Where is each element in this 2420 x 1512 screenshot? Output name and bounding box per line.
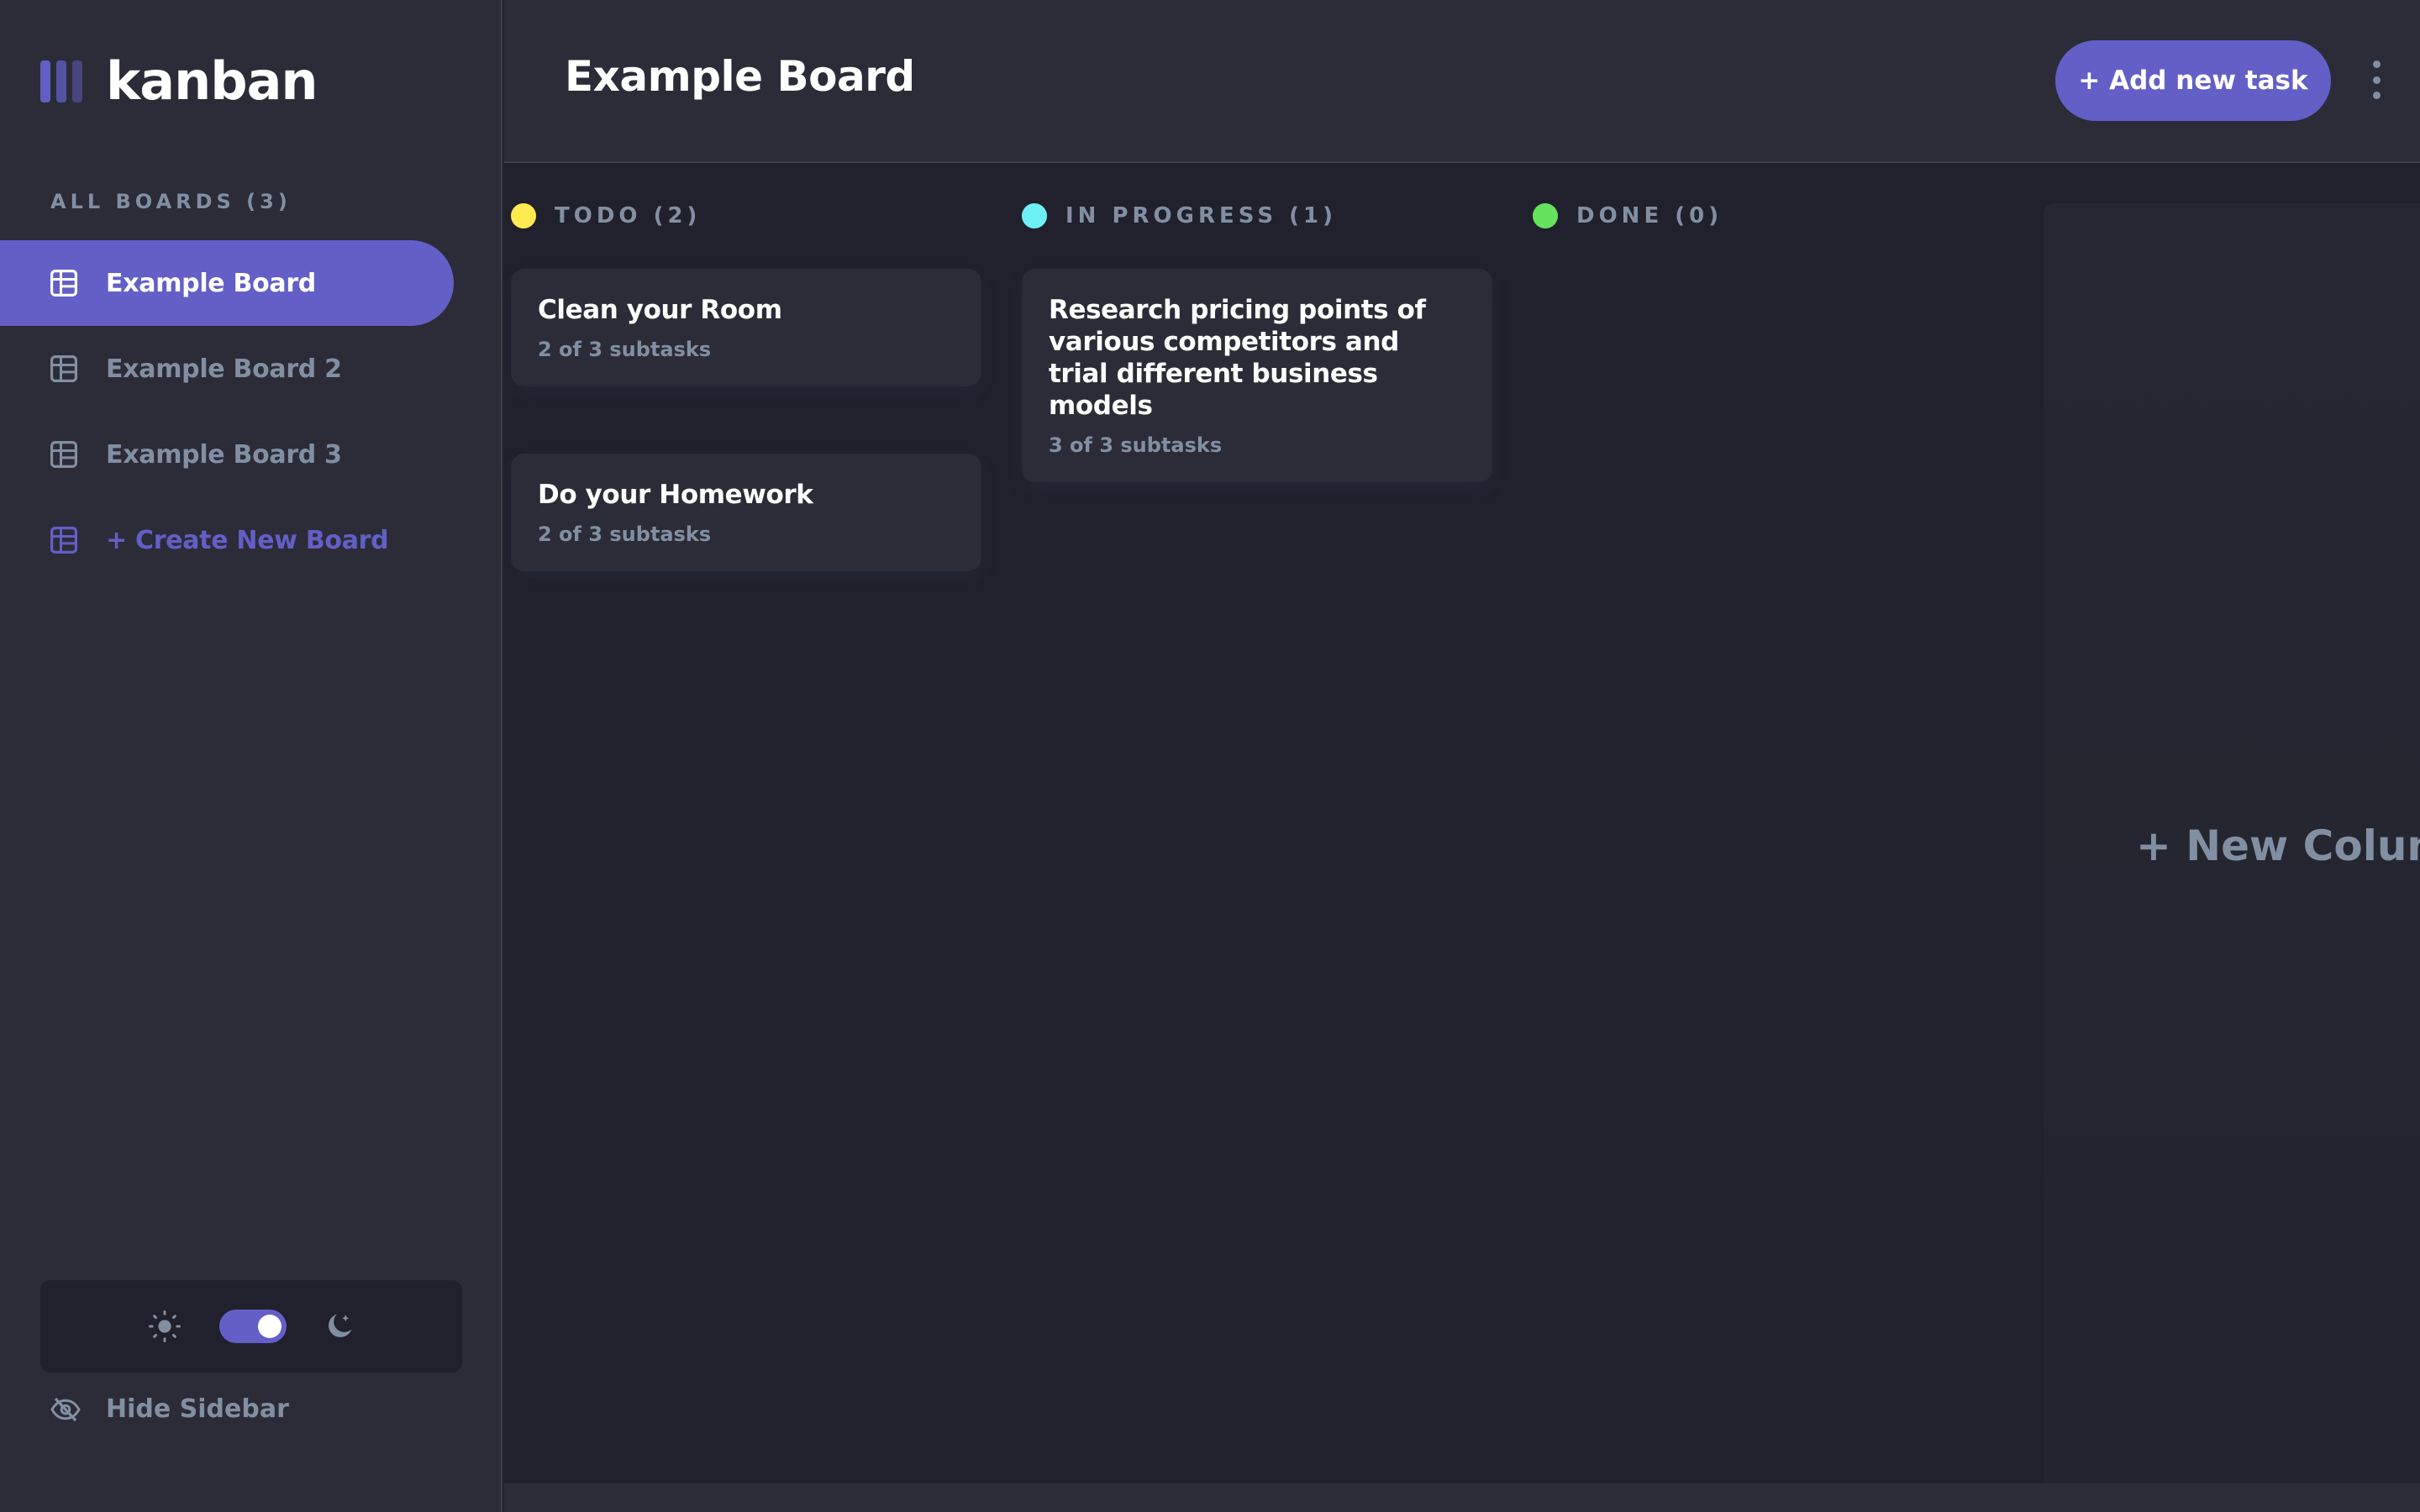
header: Example Board + Add new task [504, 0, 2420, 163]
sidebar-item-label: Example Board 3 [106, 439, 342, 470]
sidebar-item-label: Example Board [106, 268, 316, 298]
new-column-label: + New Column [2136, 822, 2420, 870]
logo-bars-icon [40, 60, 82, 102]
sidebar-item-example-board-3[interactable]: Example Board 3 [0, 412, 454, 497]
switch-knob [258, 1315, 281, 1338]
theme-switch[interactable] [219, 1310, 287, 1343]
logo-text: kanban [106, 50, 318, 112]
task-subtasks: 2 of 3 subtasks [538, 338, 712, 361]
new-column-button[interactable]: + New Column [2044, 203, 2420, 1488]
task-title: Research pricing points of various compe… [1049, 295, 1426, 421]
column-todo: TODO (2) Clean your Room 2 of 3 subtasks… [511, 202, 981, 571]
board-icon [50, 441, 77, 468]
sidebar-item-example-board[interactable]: Example Board [0, 240, 454, 326]
moon-icon [329, 1314, 352, 1337]
task-subtasks: 2 of 3 subtasks [538, 522, 712, 546]
task-title: Do your Homework [538, 480, 813, 510]
task-card[interactable]: Clean your Room 2 of 3 subtasks [511, 269, 981, 386]
create-new-board-label: + Create New Board [106, 525, 389, 555]
column-title: TODO (2) [555, 203, 702, 228]
column-color-dot [1533, 203, 1558, 228]
column-title: DONE (0) [1576, 203, 1723, 228]
task-card[interactable]: Research pricing points of various compe… [1022, 269, 1492, 482]
sidebar-item-label: Example Board 2 [106, 354, 342, 384]
column-title: IN PROGRESS (1) [1065, 203, 1337, 228]
hide-sidebar-label: Hide Sidebar [106, 1394, 289, 1424]
theme-toggle [40, 1280, 462, 1373]
eye-slash-icon [50, 1397, 81, 1421]
column-header: IN PROGRESS (1) [1022, 202, 1492, 230]
all-boards-heading: ALL BOARDS (3) [50, 190, 292, 213]
task-card[interactable]: Do your Homework 2 of 3 subtasks [511, 454, 981, 571]
column-header: DONE (0) [1533, 202, 2003, 230]
task-title: Clean your Room [538, 295, 782, 325]
horizontal-scrollbar[interactable] [504, 1483, 2420, 1512]
column-color-dot [511, 203, 536, 228]
board-icon [50, 355, 77, 382]
column-done: DONE (0) [1533, 202, 2003, 230]
column-header: TODO (2) [511, 202, 981, 230]
column-color-dot [1022, 203, 1047, 228]
vertical-ellipsis-icon[interactable] [2371, 60, 2381, 99]
page-title: Example Board [565, 52, 915, 101]
create-new-board-button[interactable]: + Create New Board [0, 497, 454, 583]
kanban-app: kanban ALL BOARDS (3) Example Board Exam… [0, 0, 2420, 1512]
sidebar: kanban ALL BOARDS (3) Example Board Exam… [0, 0, 502, 1512]
board-list: Example Board Example Board 2 Example Bo… [0, 240, 454, 583]
task-subtasks: 3 of 3 subtasks [1049, 433, 1223, 457]
sun-icon [149, 1310, 181, 1342]
board-icon [50, 270, 77, 297]
column-in-progress: IN PROGRESS (1) Research pricing points … [1022, 202, 1492, 482]
hide-sidebar-button[interactable]: Hide Sidebar [50, 1394, 289, 1424]
add-new-task-button[interactable]: + Add new task [2055, 40, 2331, 121]
board-icon [50, 527, 77, 554]
sidebar-item-example-board-2[interactable]: Example Board 2 [0, 326, 454, 412]
logo: kanban [40, 50, 318, 112]
